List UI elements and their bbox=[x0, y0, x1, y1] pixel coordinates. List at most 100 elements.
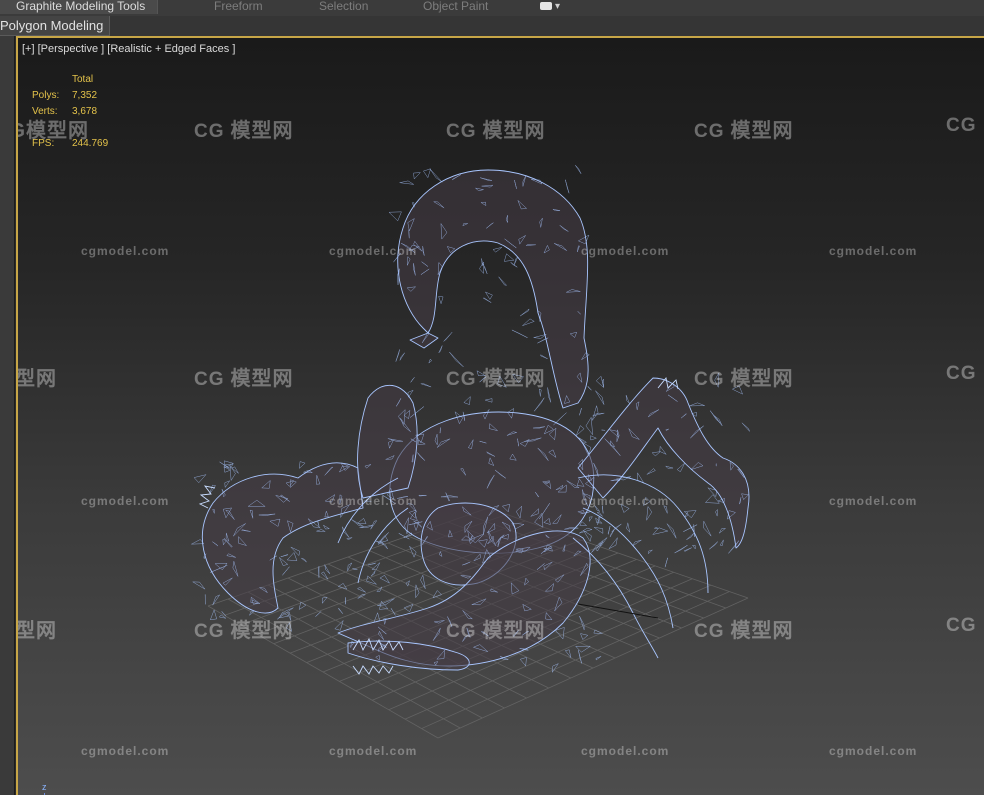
mesh-triangle bbox=[575, 425, 585, 436]
mesh-triangle bbox=[299, 461, 306, 469]
watermark-text: cgmodel.com bbox=[329, 744, 418, 758]
mesh-triangle bbox=[565, 179, 570, 194]
watermark-logo: CG模型网 bbox=[694, 362, 794, 391]
mesh-triangle bbox=[209, 484, 217, 494]
mesh-triangle bbox=[373, 611, 380, 623]
mesh-triangle bbox=[420, 383, 432, 388]
left-side-strip bbox=[0, 36, 15, 795]
mesh-triangle bbox=[519, 657, 527, 667]
mesh-triangle bbox=[492, 247, 503, 253]
mesh-triangle bbox=[356, 586, 366, 593]
perspective-viewport[interactable]: [+] [Perspective ] [Realistic + Edged Fa… bbox=[16, 36, 984, 795]
watermark-logo-text: 模型网 bbox=[16, 620, 57, 642]
tab-freeform[interactable]: Freeform bbox=[214, 0, 263, 14]
mesh-triangle bbox=[286, 552, 298, 561]
watermark-logo: CG模型网 bbox=[694, 114, 794, 143]
mesh-triangle bbox=[611, 523, 622, 533]
tab-graphite-modeling-tools[interactable]: Graphite Modeling Tools bbox=[0, 0, 159, 14]
mesh-triangle bbox=[664, 557, 668, 568]
mesh-triangle bbox=[575, 645, 592, 653]
watermark-logo-glyph: CG bbox=[694, 121, 725, 142]
watermark-logo-text: 模型网 bbox=[230, 120, 294, 142]
tab-object-paint[interactable]: Object Paint bbox=[423, 0, 488, 14]
watermark-text: cgmodel.com bbox=[581, 494, 670, 508]
watermark-logo: 模型网 bbox=[18, 362, 57, 391]
world-axis-lines bbox=[577, 603, 659, 619]
world-axis-x bbox=[577, 603, 659, 619]
mesh-triangle bbox=[595, 375, 605, 389]
mesh-triangle bbox=[510, 261, 518, 268]
watermark-text: cgmodel.com bbox=[829, 244, 918, 258]
scorpion-left-arm bbox=[357, 384, 418, 499]
mesh-triangle bbox=[212, 594, 221, 606]
tab-selection[interactable]: Selection bbox=[319, 0, 368, 14]
mesh-triangle bbox=[410, 377, 415, 383]
watermark-logo-text: 模型网 bbox=[230, 368, 294, 390]
watermark-logo: CG模型网 bbox=[18, 114, 89, 143]
watermark-logo-glyph: CG bbox=[694, 621, 725, 642]
scorpion-leg-right-2 bbox=[582, 507, 674, 629]
mesh-triangle bbox=[574, 164, 582, 174]
watermark-text: cgmodel.com bbox=[829, 744, 918, 758]
watermark-logo: CG模型网 bbox=[694, 614, 794, 643]
mesh-triangle bbox=[646, 505, 653, 521]
mesh-triangle bbox=[370, 520, 378, 530]
mesh-triangle bbox=[625, 394, 630, 404]
watermark-logo-text: 模型网 bbox=[482, 120, 546, 142]
mesh-triangle bbox=[324, 564, 331, 574]
watermark-text: cgmodel.com bbox=[329, 244, 418, 258]
mesh-triangle bbox=[652, 527, 669, 535]
mesh-triangle bbox=[540, 354, 548, 359]
mesh-triangle bbox=[664, 465, 674, 469]
mesh-triangle bbox=[351, 519, 364, 527]
mesh-triangle bbox=[484, 291, 493, 300]
mesh-triangle bbox=[513, 256, 519, 266]
mesh-triangle bbox=[443, 332, 453, 342]
watermark-logo: CG模型网 bbox=[446, 114, 546, 143]
watermark-logo-text: 模型网 bbox=[730, 368, 794, 390]
mesh-triangle bbox=[481, 258, 483, 266]
mesh-triangle bbox=[429, 168, 443, 183]
mesh-triangle bbox=[579, 615, 585, 630]
mesh-triangle bbox=[321, 596, 328, 604]
mesh-triangle bbox=[522, 318, 535, 326]
mesh-triangle bbox=[280, 553, 289, 558]
watermark-logo: CG bbox=[946, 362, 983, 385]
watermark-logo-glyph: CG bbox=[446, 621, 477, 642]
mesh-triangle bbox=[666, 523, 677, 539]
mesh-triangle bbox=[438, 296, 444, 305]
mesh-triangle bbox=[709, 541, 718, 550]
mesh-triangle bbox=[498, 276, 508, 286]
watermark-logo-text: 模型网 bbox=[26, 120, 89, 142]
watermark-text: cgmodel.com bbox=[329, 494, 418, 508]
watermark-logo: CG模型网 bbox=[194, 362, 294, 391]
mesh-triangle bbox=[595, 390, 605, 405]
mesh-triangle bbox=[719, 527, 727, 534]
watermark-text: cgmodel.com bbox=[81, 494, 170, 508]
mesh-triangle bbox=[463, 395, 471, 405]
mesh-triangle bbox=[632, 539, 642, 547]
watermark-text: cgmodel.com bbox=[581, 244, 670, 258]
mesh-triangle bbox=[608, 537, 618, 549]
polygon-modeling-panel-tab[interactable]: Polygon Modeling bbox=[0, 16, 111, 36]
mesh-triangle bbox=[413, 172, 422, 180]
watermark-logo-glyph: CG bbox=[194, 621, 225, 642]
ribbon-options-dropdown[interactable]: ▾ bbox=[540, 0, 560, 14]
watermark-logo-text: 模型网 bbox=[482, 368, 546, 390]
mesh-triangle bbox=[579, 407, 582, 416]
mesh-triangle bbox=[553, 412, 567, 426]
axis-z-label: z bbox=[42, 782, 47, 792]
watermark-logo: CG模型网 bbox=[194, 114, 294, 143]
ribbon-tab-bar: Graphite Modeling Tools Freeform Selecti… bbox=[0, 0, 984, 17]
watermark-logo-glyph: CG bbox=[694, 369, 725, 390]
mesh-triangle bbox=[659, 445, 667, 455]
mesh-triangle bbox=[231, 466, 239, 474]
mesh-triangle bbox=[356, 518, 367, 524]
mesh-triangle bbox=[192, 581, 206, 590]
chevron-down-icon: ▾ bbox=[555, 1, 561, 12]
mesh-triangle bbox=[653, 526, 659, 529]
mesh-triangle bbox=[482, 297, 492, 303]
mesh-triangle bbox=[317, 520, 320, 527]
mesh-triangle bbox=[607, 525, 611, 535]
mesh-triangle bbox=[534, 397, 545, 412]
